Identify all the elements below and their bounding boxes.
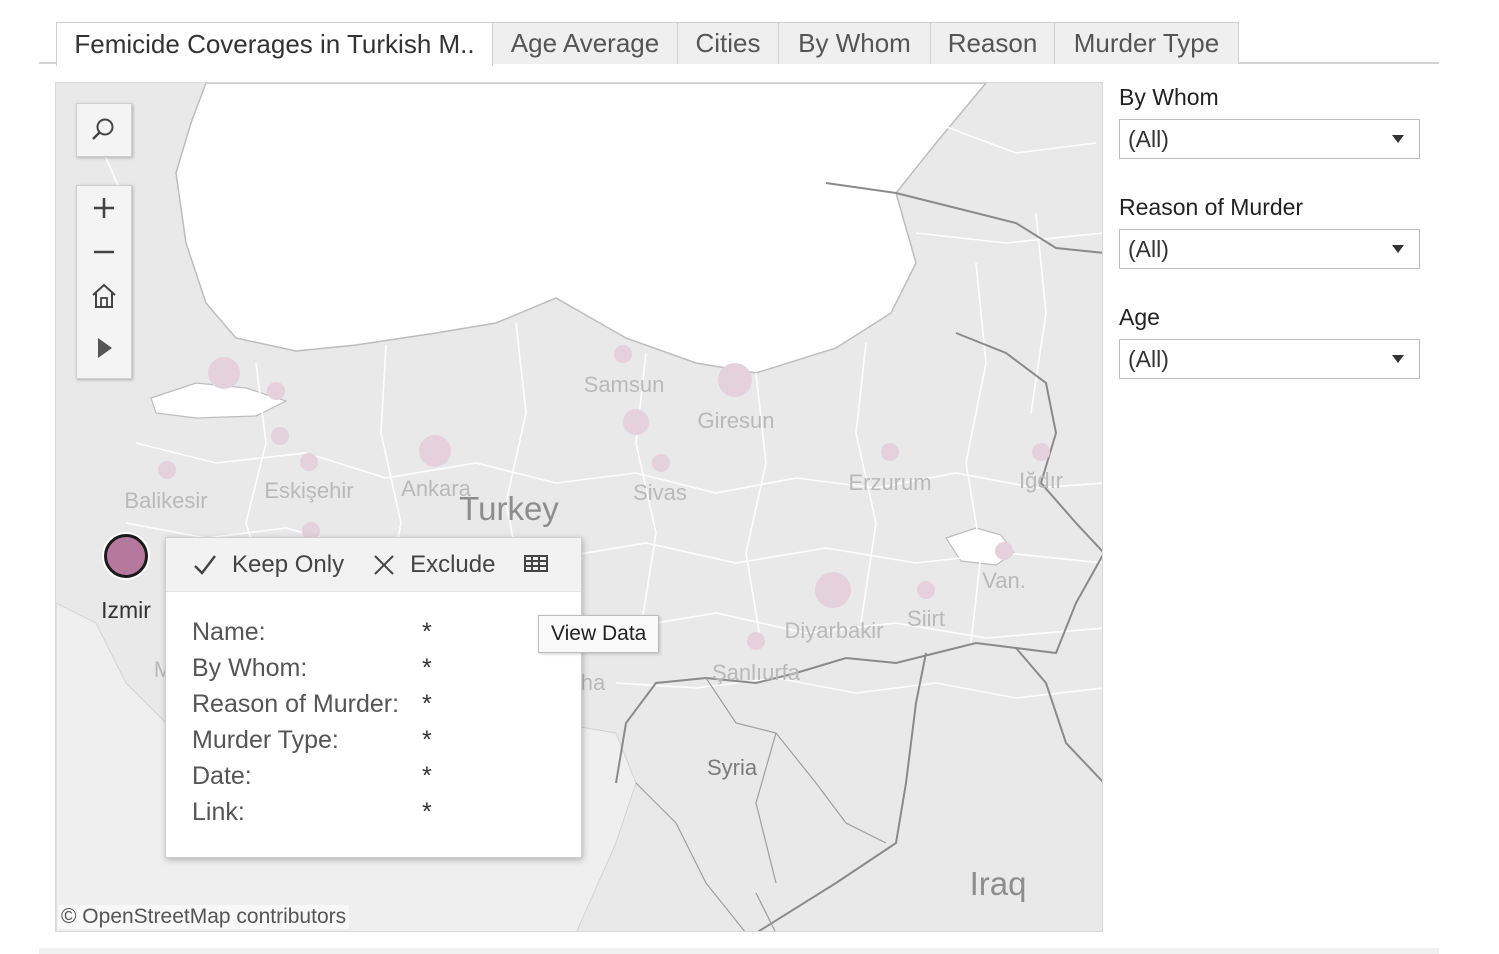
field-value: *	[422, 654, 432, 682]
field-label: Murder Type:	[192, 726, 339, 754]
selected-city-marker[interactable]	[104, 534, 148, 578]
bottom-scroll-strip	[39, 948, 1439, 954]
age-dropdown[interactable]: (All)	[1119, 339, 1420, 379]
dropdown-value: (All)	[1128, 125, 1169, 152]
map-label-balikesir: Balikesir	[124, 488, 208, 513]
sheet-tab-bar: Femicide Coverages in Turkish M.. Age Av…	[39, 22, 1439, 66]
map-bubble[interactable]	[614, 345, 632, 363]
exclude-label: Exclude	[410, 550, 496, 578]
field-label: Link:	[192, 798, 245, 826]
filter-age: Age (All)	[1119, 304, 1420, 379]
tab-reason[interactable]: Reason	[930, 22, 1055, 64]
map-label-diyarbakir: Diyarbakir	[784, 618, 884, 643]
map-label-partial: ha	[580, 670, 606, 695]
map-bubble[interactable]	[267, 382, 285, 400]
map-bubble[interactable]	[1032, 443, 1050, 461]
map-label-turkey: Turkey	[459, 490, 559, 527]
tab-by-whom[interactable]: By Whom	[778, 22, 931, 64]
view-data-grid-icon	[524, 554, 549, 572]
zoom-in-button[interactable]	[77, 186, 131, 230]
play-arrow-icon	[98, 338, 112, 358]
map-bubble[interactable]	[419, 435, 451, 467]
tab-age-average[interactable]: Age Average	[492, 22, 678, 64]
map-label-giresun: Giresun	[697, 408, 775, 433]
map-bubble[interactable]	[718, 363, 752, 397]
field-value: *	[422, 618, 432, 646]
search-icon	[92, 118, 114, 140]
field-label: Name:	[192, 618, 266, 646]
map-label-iraq: Iraq	[969, 865, 1027, 902]
map-search-toolbar	[76, 103, 132, 157]
keep-only-label: Keep Only	[232, 550, 345, 578]
map-label-samsun: Samsun	[583, 372, 665, 397]
field-label: By Whom:	[192, 654, 308, 682]
reason-of-murder-dropdown[interactable]: (All)	[1119, 229, 1420, 269]
map-label-siirt: Siirt	[907, 606, 945, 631]
map-bubble[interactable]	[747, 632, 765, 650]
map-bubble[interactable]	[652, 454, 670, 472]
map-bubble[interactable]	[158, 461, 176, 479]
field-label: Date:	[192, 762, 252, 790]
tooltip-row-link: Link: *	[192, 798, 572, 834]
tab-femicide-coverages[interactable]: Femicide Coverages in Turkish M..	[56, 22, 493, 66]
map-bubble[interactable]	[917, 581, 935, 599]
map-label-sanliurfa: Şanlıurfa	[711, 660, 801, 685]
minus-icon	[94, 250, 114, 254]
field-value: *	[422, 726, 432, 754]
field-value: *	[422, 798, 432, 826]
dropdown-value: (All)	[1128, 235, 1169, 262]
tooltip-row-murder-type: Murder Type: *	[192, 726, 572, 762]
filter-title: By Whom	[1119, 84, 1219, 110]
plus-icon	[94, 198, 114, 218]
dropdown-arrow-icon	[1392, 355, 1404, 363]
map-bubble[interactable]	[623, 409, 649, 435]
tooltip-row-name: Name: *	[192, 618, 572, 654]
view-data-hover-hint: View Data	[538, 615, 660, 653]
map-bubble[interactable]	[995, 542, 1013, 560]
tooltip-row-date: Date: *	[192, 762, 572, 798]
map-label-syria: Syria	[706, 755, 758, 780]
by-whom-dropdown[interactable]: (All)	[1119, 119, 1420, 159]
filter-title: Reason of Murder	[1119, 194, 1304, 220]
home-icon	[92, 283, 116, 308]
tooltip-row-by-whom: By Whom: *	[192, 654, 572, 690]
tab-cities[interactable]: Cities	[677, 22, 779, 64]
filter-reason-of-murder: Reason of Murder (All)	[1119, 194, 1420, 269]
map-label-eskisehir: Eskişehir	[264, 478, 354, 503]
map-label-sivas: Sivas	[633, 480, 687, 505]
map-label-igdir: Iğdır	[1018, 468, 1064, 493]
map-bubble[interactable]	[208, 357, 240, 389]
expand-toolbar-button[interactable]	[77, 318, 131, 378]
close-icon	[374, 554, 394, 575]
reset-map-button[interactable]	[77, 274, 131, 318]
field-value: *	[422, 762, 432, 790]
map-bubble[interactable]	[815, 572, 851, 608]
zoom-out-button[interactable]	[77, 230, 131, 274]
map-bubble[interactable]	[271, 427, 289, 445]
map-attribution[interactable]: © OpenStreetMap contributors	[58, 905, 350, 929]
dropdown-arrow-icon	[1392, 135, 1404, 143]
tab-murder-type[interactable]: Murder Type	[1054, 22, 1239, 64]
field-value: *	[422, 690, 432, 718]
tooltip-toolbar: Keep Only Exclude	[166, 538, 581, 592]
map-bubble[interactable]	[881, 443, 899, 461]
view-data-button[interactable]	[523, 554, 563, 576]
map-label-van: Van.	[982, 568, 1026, 593]
dropdown-arrow-icon	[1392, 245, 1404, 253]
keep-only-button[interactable]: Keep Only	[192, 551, 344, 579]
exclude-button[interactable]: Exclude	[372, 551, 495, 579]
selected-city-label: Izmir	[101, 597, 151, 623]
filter-title: Age	[1119, 304, 1160, 330]
map-label-erzurum: Erzurum	[848, 470, 932, 495]
checkmark-icon	[194, 554, 216, 575]
filter-by-whom: By Whom (All)	[1119, 84, 1420, 159]
tooltip-fields: Name: * By Whom: * Reason of Murder: * M…	[192, 618, 572, 834]
tooltip-row-reason: Reason of Murder: *	[192, 690, 572, 726]
mark-tooltip: Keep Only Exclude Name: * By Whom: * Rea…	[165, 537, 582, 858]
map-bubble[interactable]	[300, 453, 318, 471]
map-zoom-toolbar	[76, 185, 132, 379]
field-label: Reason of Murder:	[192, 690, 400, 718]
search-button[interactable]	[77, 104, 131, 156]
dropdown-value: (All)	[1128, 345, 1169, 372]
